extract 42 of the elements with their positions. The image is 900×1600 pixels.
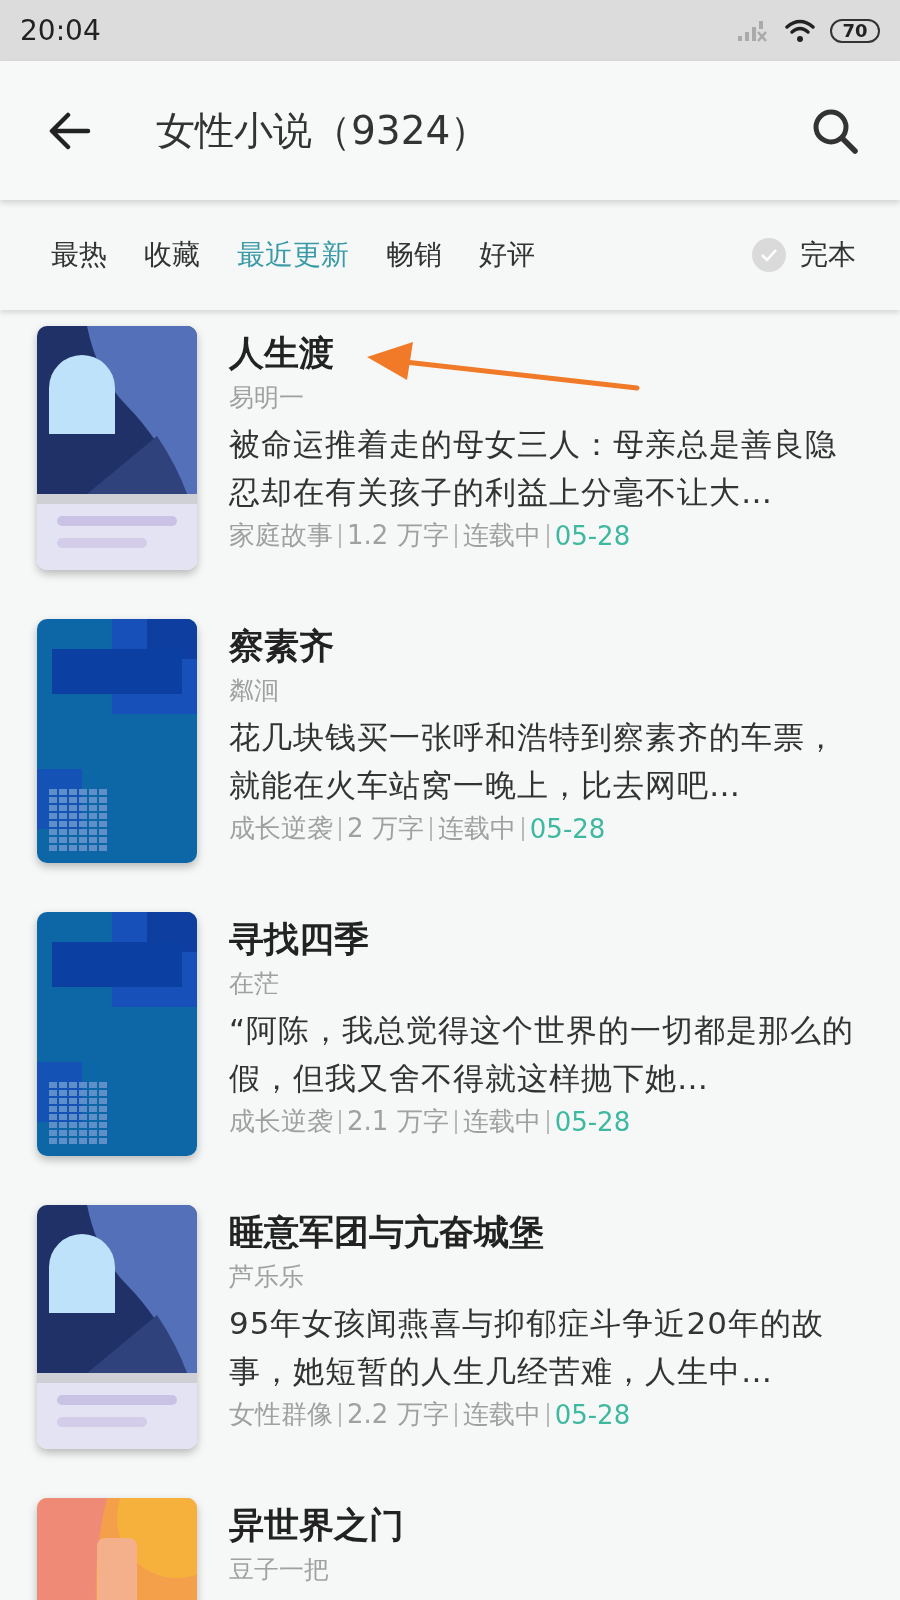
- book-title[interactable]: 人生渡: [229, 330, 855, 377]
- filter-tab[interactable]: 最热: [51, 236, 107, 274]
- serial-status: 连载中: [462, 1398, 541, 1431]
- book-author: 易明一: [229, 382, 305, 414]
- word-count: 2.2 万字: [347, 1398, 449, 1431]
- update-date: 05-28: [529, 813, 606, 844]
- word-count: 2.1 万字: [347, 1105, 449, 1138]
- update-date: 05-28: [554, 1399, 631, 1430]
- back-icon[interactable]: [48, 111, 92, 150]
- update-date: 05-28: [554, 1106, 631, 1137]
- book-description: 被命运推着走的母女三人：母亲总是善良隐忍却在有关孩子的利益上分毫不让大…: [229, 425, 838, 512]
- serial-status: 连载中: [462, 519, 541, 552]
- serial-status: 连载中: [462, 1105, 541, 1138]
- filter-tab[interactable]: 收藏: [144, 236, 200, 274]
- word-count: 2 万字: [347, 812, 424, 845]
- book-description: “阿陈，我总觉得这个世界的一切都是那么的假，但我又舍不得就这样抛下她…: [229, 1011, 855, 1098]
- book-genre: 家庭故事: [229, 519, 333, 552]
- book-title[interactable]: 察素齐: [229, 623, 855, 670]
- word-count: 1.2 万字: [347, 519, 449, 552]
- battery-indicator: 70: [830, 18, 880, 43]
- book-author: 豆子一把: [229, 1554, 330, 1586]
- book-author: 芦乐乐: [229, 1261, 305, 1293]
- filter-tab[interactable]: 好评: [479, 236, 535, 274]
- wifi-icon: [784, 17, 816, 44]
- book-description: 95年女孩闻燕喜与抑郁症斗争近20年的故事，她短暂的人生几经苦难，人生中…: [229, 1304, 825, 1391]
- update-date: 05-28: [554, 520, 631, 551]
- filter-label[interactable]: 完本: [800, 236, 856, 274]
- book-genre: 成长逆袭: [229, 812, 333, 845]
- book-title[interactable]: 睡意军团与亢奋城堡: [229, 1209, 855, 1256]
- book-genre: 成长逆袭: [229, 1105, 333, 1138]
- page-title: 女性小说（9324）: [156, 106, 491, 155]
- serial-status: 连载中: [437, 812, 516, 845]
- book-title[interactable]: 异世界之门: [229, 1502, 404, 1549]
- signal-icon: [738, 18, 770, 43]
- book-title[interactable]: 寻找四季: [229, 916, 855, 963]
- filter-tab[interactable]: 畅销: [386, 236, 442, 274]
- book-author: 粼洄: [229, 675, 280, 707]
- book-description: 花几块钱买一张呼和浩特到察素齐的车票，就能在火车站窝一晚上，比去网吧…: [229, 718, 838, 805]
- book-genre: 女性群像: [229, 1398, 333, 1431]
- check-icon[interactable]: [752, 238, 786, 272]
- book-author: 在茫: [229, 968, 280, 1000]
- clock: 20:04: [20, 14, 102, 47]
